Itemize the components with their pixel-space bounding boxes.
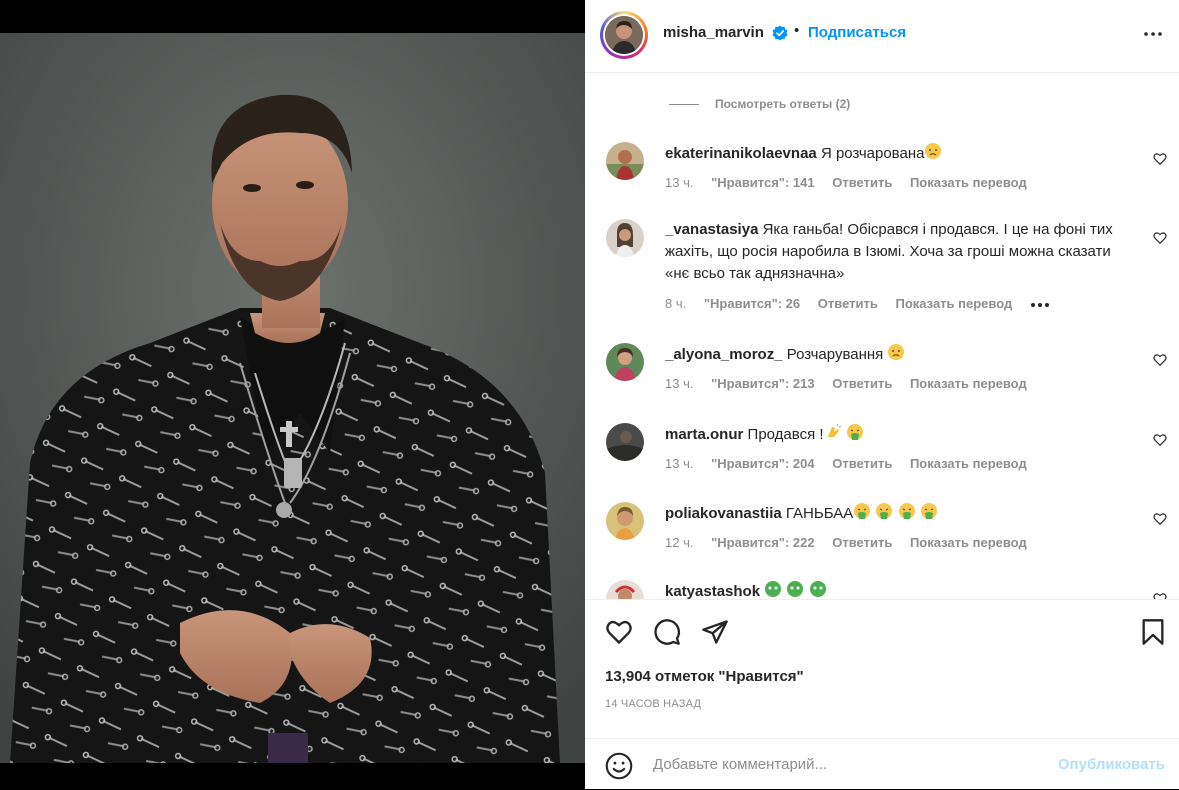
translate-button[interactable]: Показать перевод (910, 175, 1027, 190)
comment-meta: 12 ч. "Нравится": 222 Ответить Показать … (665, 535, 1041, 550)
reply-button[interactable]: Ответить (818, 296, 878, 311)
comment-time[interactable]: 13 ч. (665, 376, 693, 391)
like-heart-icon[interactable] (605, 618, 633, 646)
comment-username[interactable]: katyastashok (665, 583, 760, 599)
clap-icon (827, 423, 841, 437)
comment-text: ГАНЬБАА (785, 505, 854, 522)
likes-count[interactable]: 13,904 отметок "Нравится" (605, 668, 804, 685)
comment-username[interactable]: _vanastasiya (665, 221, 758, 238)
disappointed-face-icon (888, 344, 905, 360)
nauseated-face-icon (809, 581, 826, 597)
view-replies-link[interactable]: Посмотреть ответы (2) (669, 97, 850, 111)
comment-text: Розчарування (786, 346, 884, 363)
nauseated-face-icon (765, 581, 782, 597)
comment-meta: 13 ч. "Нравится": 141 Ответить Показать … (665, 175, 1041, 190)
follow-button[interactable]: Подписаться (808, 24, 906, 41)
heart-icon[interactable] (1153, 433, 1167, 447)
share-icon[interactable] (701, 618, 729, 646)
comment-icon[interactable] (653, 618, 681, 646)
comment-username[interactable]: marta.onur (665, 426, 743, 443)
comment-text: Продався ! (747, 426, 824, 443)
comment-time[interactable]: 8 ч. (665, 296, 686, 311)
translate-button[interactable]: Показать перевод (910, 535, 1027, 550)
header-separator: • (794, 22, 800, 39)
bookmark-icon[interactable] (1139, 618, 1167, 646)
heart-icon[interactable] (1153, 152, 1167, 166)
commenter-avatar[interactable] (606, 423, 644, 461)
commenter-avatar[interactable] (606, 343, 644, 381)
more-options-icon[interactable] (1141, 22, 1165, 46)
add-comment-bar: Опубликовать (585, 738, 1179, 790)
comment-body: _vanastasiya Яка ганьба! Обісрався і про… (665, 219, 1135, 285)
commenter-avatar[interactable] (606, 219, 644, 257)
comment-options-icon[interactable] (1030, 302, 1050, 308)
commenter-avatar[interactable] (606, 580, 644, 599)
post-details-panel: misha_marvin • Подписаться Посмотреть от… (585, 0, 1179, 789)
commenter-avatar[interactable] (606, 502, 644, 540)
comment-meta: 13 ч. "Нравится": 213 Ответить Показать … (665, 376, 1041, 391)
comment-username[interactable]: ekaterinanikolaevnaa (665, 145, 817, 162)
comment-meta: 13 ч. "Нравится": 204 Ответить Показать … (665, 456, 1041, 471)
comment-username[interactable]: _alyona_moroz_ (665, 346, 783, 363)
translate-button[interactable]: Показать перевод (895, 296, 1012, 311)
verified-badge-icon (772, 25, 788, 41)
comment-time[interactable]: 13 ч. (665, 175, 693, 190)
comment-body: ekaterinanikolaevnaa Я розчарована (665, 142, 1135, 165)
reply-button[interactable]: Ответить (832, 535, 892, 550)
replies-line (669, 104, 699, 106)
comment-time[interactable]: 13 ч. (665, 456, 693, 471)
comment-likes[interactable]: "Нравится": 204 (711, 456, 815, 471)
comments-list[interactable]: Посмотреть ответы (2) ekaterinanikolaevn… (585, 73, 1179, 599)
vomit-face-icon (898, 503, 915, 519)
author-username[interactable]: misha_marvin (663, 24, 764, 41)
vomit-face-icon (846, 424, 863, 440)
nauseated-face-icon (787, 581, 804, 597)
heart-icon[interactable] (1153, 512, 1167, 526)
comment-body: marta.onur Продався ! (665, 423, 1135, 446)
reply-button[interactable]: Ответить (832, 376, 892, 391)
reply-button[interactable]: Ответить (832, 175, 892, 190)
comment-input[interactable] (653, 753, 1033, 775)
translate-button[interactable]: Показать перевод (910, 456, 1027, 471)
translate-button[interactable]: Показать перевод (910, 376, 1027, 391)
comment-likes[interactable]: "Нравится": 222 (711, 535, 815, 550)
post-actions: 13,904 отметок "Нравится" 14 ЧАСОВ НАЗАД (585, 599, 1179, 739)
emoji-icon[interactable] (605, 752, 633, 780)
view-replies-label: Посмотреть ответы (2) (715, 97, 851, 111)
comment-likes[interactable]: "Нравится": 26 (704, 296, 800, 311)
vomit-face-icon (920, 503, 937, 519)
heart-icon[interactable] (1153, 353, 1167, 367)
heart-icon[interactable] (1153, 592, 1167, 599)
post-media-panel (0, 0, 585, 789)
vomit-face-icon (854, 503, 871, 519)
comment-meta: 8 ч. "Нравится": 26 Ответить Показать пе… (665, 296, 1050, 311)
disappointed-face-icon (925, 143, 942, 159)
vomit-face-icon (876, 503, 893, 519)
comment-time[interactable]: 12 ч. (665, 535, 693, 550)
post-timestamp[interactable]: 14 ЧАСОВ НАЗАД (605, 698, 701, 710)
heart-icon[interactable] (1153, 231, 1167, 245)
commenter-avatar[interactable] (606, 142, 644, 180)
comment-body: poliakovanastiia ГАНЬБАА (665, 502, 1135, 525)
comment-username[interactable]: poliakovanastiia (665, 505, 782, 522)
portrait-image (0, 33, 585, 763)
comment-text: Я розчарована (820, 145, 925, 162)
author-avatar[interactable] (600, 11, 648, 59)
comment-likes[interactable]: "Нравится": 141 (711, 175, 815, 190)
post-header: misha_marvin • Подписаться (585, 0, 1179, 73)
reply-button[interactable]: Ответить (832, 456, 892, 471)
publish-button[interactable]: Опубликовать (1058, 756, 1165, 773)
comment-likes[interactable]: "Нравится": 213 (711, 376, 815, 391)
post-photo[interactable] (0, 33, 585, 763)
comment-body: katyastashok (665, 580, 1135, 599)
comment-body: _alyona_moroz_ Розчарування (665, 343, 1135, 366)
